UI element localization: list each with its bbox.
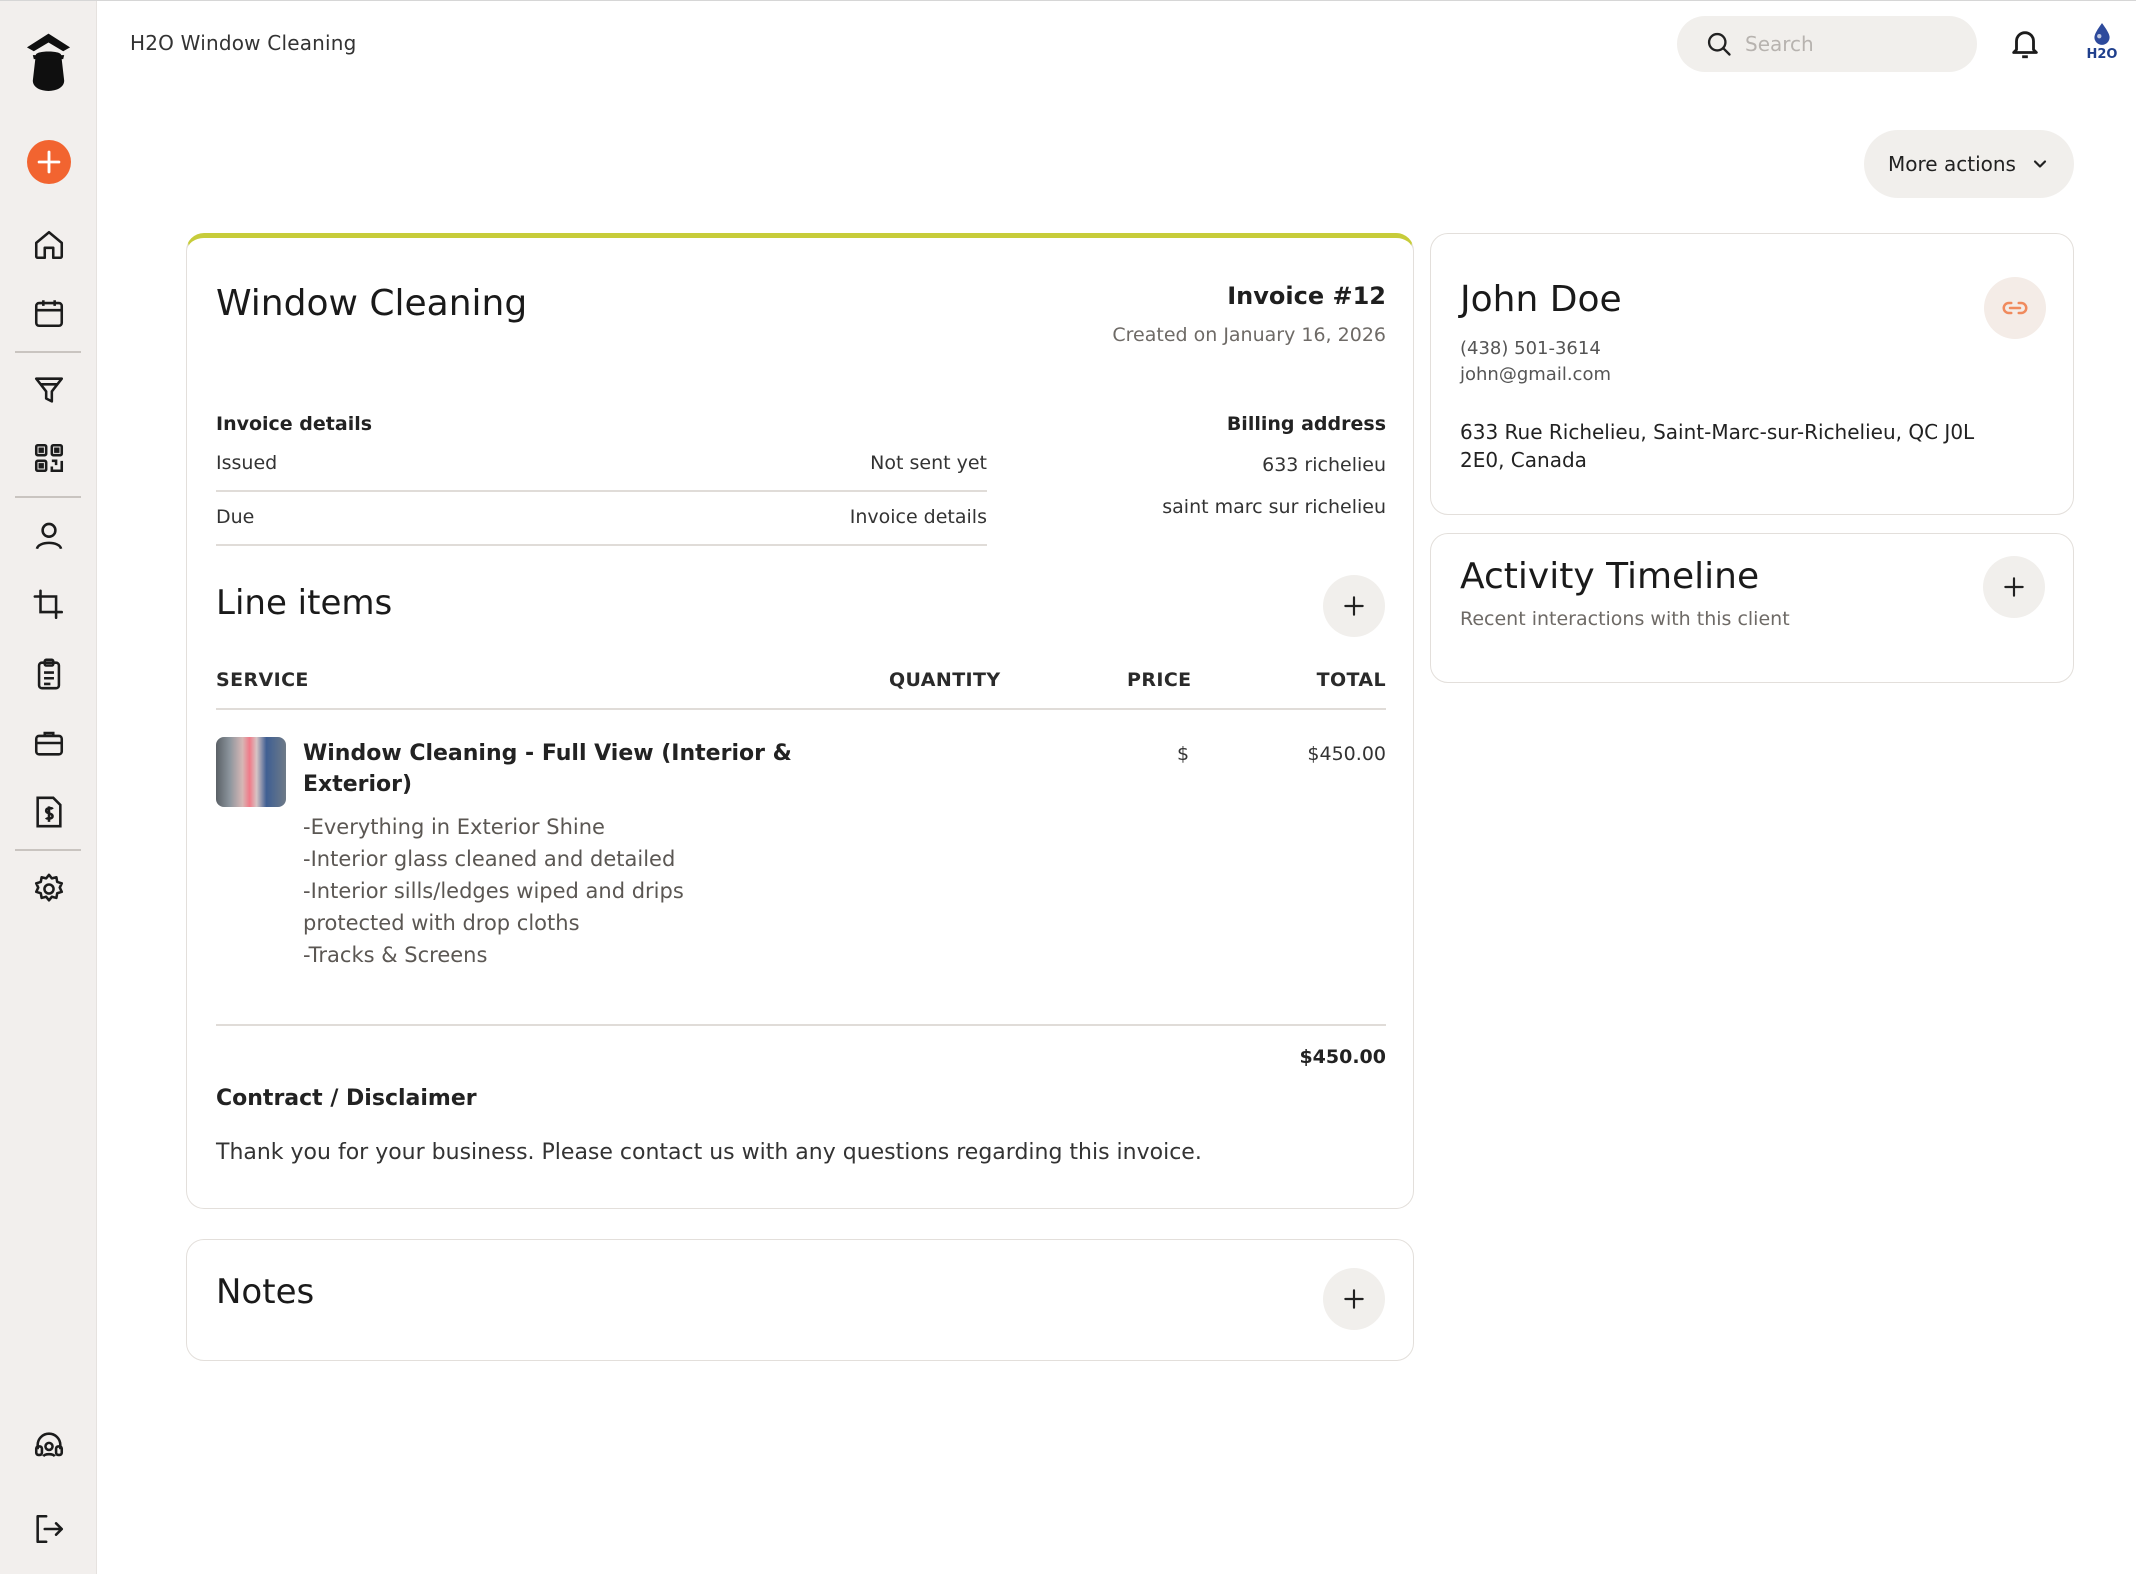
activity-timeline-card: Activity Timeline Recent interactions wi… xyxy=(1430,533,2074,683)
invoice-created-date: Created on January 16, 2026 xyxy=(1112,324,1386,346)
column-header-total: TOTAL xyxy=(1316,669,1386,691)
line-item-price: $ xyxy=(1177,743,1190,765)
search-box[interactable] xyxy=(1677,16,1977,72)
due-label: Due xyxy=(216,506,255,528)
company-logo[interactable]: H2O xyxy=(2082,21,2122,69)
line-item-name: Window Cleaning - Full View (Interior & … xyxy=(303,741,792,797)
add-activity-button[interactable] xyxy=(1983,556,2045,618)
invoice-grand-total: $450.00 xyxy=(1299,1046,1386,1068)
column-header-price: PRICE xyxy=(1127,669,1192,691)
notes-card: Notes xyxy=(186,1239,1414,1361)
service-thumbnail-image xyxy=(216,737,286,807)
more-actions-button[interactable]: More actions xyxy=(1864,130,2074,198)
crop-icon[interactable] xyxy=(24,580,73,629)
line-item-description: -Everything in Exterior Shine -Interior … xyxy=(303,815,684,967)
sidebar-divider xyxy=(15,496,81,498)
invoice-number: Invoice #12 xyxy=(1227,282,1386,310)
create-new-icon[interactable] xyxy=(24,137,73,186)
add-note-button[interactable] xyxy=(1323,1268,1385,1330)
client-phone[interactable]: (438) 501-3614 xyxy=(1460,338,1601,359)
plus-icon xyxy=(1344,596,1364,616)
activity-timeline-heading: Activity Timeline xyxy=(1460,556,1760,597)
client-address: 633 Rue Richelieu, Saint-Marc-sur-Richel… xyxy=(1460,420,1975,472)
search-input[interactable] xyxy=(1745,32,1945,56)
bell-icon[interactable] xyxy=(2008,27,2042,61)
divider xyxy=(216,1024,1386,1026)
divider xyxy=(216,490,987,492)
due-value: Invoice details xyxy=(849,506,987,528)
sidebar-divider xyxy=(15,351,81,353)
home-icon[interactable] xyxy=(24,220,73,269)
client-email[interactable]: john@gmail.com xyxy=(1460,364,1611,385)
calendar-icon[interactable] xyxy=(24,288,73,337)
issued-value: Not sent yet xyxy=(870,452,987,474)
invoice-title: Window Cleaning xyxy=(216,283,528,324)
line-item-total: $450.00 xyxy=(1307,743,1386,765)
invoice-dollar-icon[interactable] xyxy=(24,787,73,836)
copy-link-button[interactable] xyxy=(1984,277,2046,339)
briefcase-icon[interactable] xyxy=(24,718,73,767)
billing-address-line1: 633 richelieu xyxy=(1262,454,1386,476)
plus-icon xyxy=(2004,577,2024,597)
sidebar-divider xyxy=(15,849,81,851)
client-name: John Doe xyxy=(1460,279,1622,320)
invoice-card: Window Cleaning Invoice #12 Created on J… xyxy=(186,233,1414,1209)
user-icon[interactable] xyxy=(24,511,73,560)
billing-address-heading: Billing address xyxy=(1226,413,1386,435)
add-line-item-button[interactable] xyxy=(1323,575,1385,637)
support-icon[interactable] xyxy=(24,1420,73,1469)
chevron-down-icon xyxy=(2033,160,2047,168)
divider xyxy=(216,544,987,546)
notes-heading: Notes xyxy=(216,1272,315,1312)
invoice-details-heading: Invoice details xyxy=(216,413,373,435)
app-logo-icon[interactable] xyxy=(24,27,73,101)
logo-text: H2O xyxy=(2086,47,2118,62)
clipboard-icon[interactable] xyxy=(24,649,73,698)
funnel-icon[interactable] xyxy=(24,365,73,414)
link-icon xyxy=(2002,301,2028,315)
water-drop-logo-icon xyxy=(2094,23,2110,45)
plus-icon xyxy=(1344,1289,1364,1309)
column-header-quantity: QUANTITY xyxy=(889,669,1001,691)
sidebar xyxy=(0,1,97,1574)
column-header-service: SERVICE xyxy=(216,669,309,691)
activity-timeline-subtitle: Recent interactions with this client xyxy=(1460,608,1790,630)
divider xyxy=(216,708,1386,710)
contract-text: Thank you for your business. Please cont… xyxy=(216,1140,1202,1165)
contract-heading: Contract / Disclaimer xyxy=(216,1086,477,1111)
qr-code-icon[interactable] xyxy=(24,433,73,482)
search-icon xyxy=(1707,32,1731,56)
app-title: H2O Window Cleaning xyxy=(130,31,357,55)
billing-address-line2: saint marc sur richelieu xyxy=(1162,496,1386,518)
gear-icon[interactable] xyxy=(24,864,73,913)
logout-icon[interactable] xyxy=(24,1504,73,1553)
client-card: John Doe (438) 501-3614 john@gmail.com 6… xyxy=(1430,233,2074,515)
line-items-heading: Line items xyxy=(216,583,393,623)
more-actions-label: More actions xyxy=(1888,152,2016,176)
issued-label: Issued xyxy=(216,452,278,474)
